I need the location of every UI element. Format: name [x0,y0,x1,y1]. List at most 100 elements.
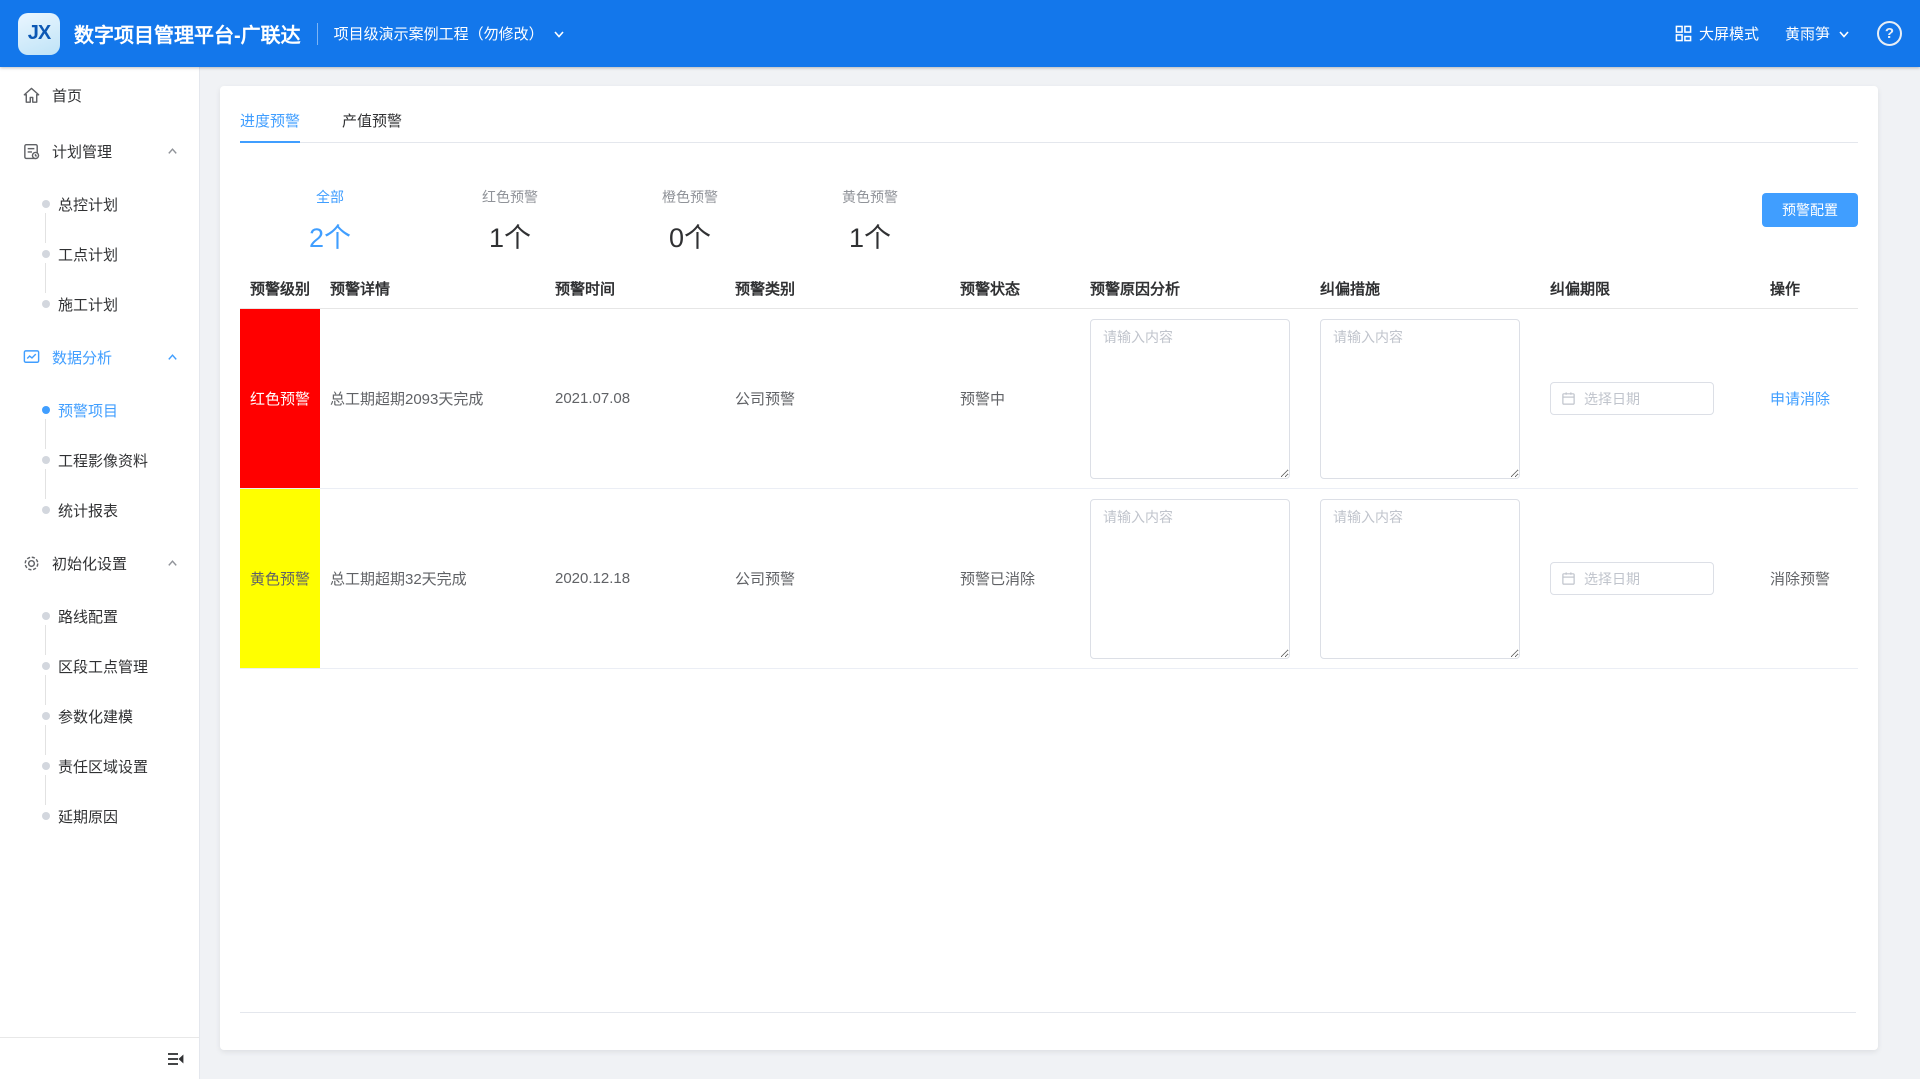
date-picker[interactable] [1550,562,1714,595]
logo-text: JX [28,22,50,45]
topbar-right: 大屏模式 黄雨笋 ? [1675,21,1902,46]
correction-measures-cell [1310,489,1540,668]
warning-detail-cell: 总工期超期2093天完成 [320,309,545,488]
stat-value: 1个 [420,216,600,255]
warning-reason-textarea[interactable] [1090,319,1290,479]
sidebar-item-construction-plan[interactable]: 施工计划 [0,279,199,329]
bullet-icon [42,200,50,208]
sidebar-item-home[interactable]: 首页 [0,67,199,123]
clear-warning-button[interactable]: 消除预警 [1770,568,1830,589]
user-menu[interactable]: 黄雨笋 [1785,23,1851,44]
help-glyph: ? [1885,25,1894,42]
column-header: 预警时间 [545,269,725,308]
stat-label: 红色预警 [420,187,600,207]
sidebar-item-project-imagery[interactable]: 工程影像资料 [0,435,199,485]
bullet-icon [42,662,50,670]
project-selector-label: 项目级演示案例工程（勿修改） [334,23,544,44]
warning-config-button[interactable]: 预警配置 [1762,193,1858,227]
sidebar-item-label: 预警项目 [58,400,118,421]
stat-filter-yellow-warning[interactable]: 黄色预警 1个 [780,163,960,253]
column-header: 纠偏措施 [1310,269,1540,308]
warning-reason-textarea[interactable] [1090,499,1290,659]
stat-filter-orange-warning[interactable]: 橙色预警 0个 [600,163,780,253]
sidebar: 首页 计划管理 总控计划 工点计划 施工计划 数据分析 [0,67,200,1079]
stat-filter-red-warning[interactable]: 红色预警 1个 [420,163,600,253]
warning-level-cell: 红色预警 [240,309,320,488]
sidebar-item-route-config[interactable]: 路线配置 [0,591,199,641]
calendar-icon [1561,391,1576,406]
gear-icon [22,554,41,573]
tab-output-value-warning[interactable]: 产值预警 [342,102,402,142]
warning-level-cell: 黄色预警 [240,489,320,668]
app-title: 数字项目管理平台-广联达 [74,19,301,48]
sidebar-footer [0,1037,199,1079]
sidebar-item-label: 工程影像资料 [58,450,148,471]
big-screen-mode-button[interactable]: 大屏模式 [1675,23,1759,44]
warning-table: 预警级别 预警详情 预警时间 预警类别 预警状态 预警原因分析 纠偏措施 纠偏期… [240,269,1858,669]
date-input[interactable] [1584,391,1694,407]
table-header-row: 预警级别 预警详情 预警时间 预警类别 预警状态 预警原因分析 纠偏措施 纠偏期… [240,269,1858,309]
table-row: 红色预警 总工期超期2093天完成 2021.07.08 公司预警 预警中 [240,309,1858,489]
screen-grid-icon [1675,25,1692,42]
bullet-icon [42,712,50,720]
sidebar-item-label: 施工计划 [58,294,118,315]
username: 黄雨笋 [1785,23,1830,44]
warning-reason-cell [1080,309,1310,488]
stat-filter-all[interactable]: 全部 2个 [240,163,420,253]
sidebar-item-label: 统计报表 [58,500,118,521]
sidebar-item-delay-reason[interactable]: 延期原因 [0,791,199,841]
tab-progress-warning[interactable]: 进度预警 [240,102,300,142]
stat-value: 0个 [600,216,780,255]
date-picker[interactable] [1550,382,1714,415]
correction-measures-textarea[interactable] [1320,499,1520,659]
sidebar-item-responsibility-area[interactable]: 责任区域设置 [0,741,199,791]
calendar-icon [1561,571,1576,586]
action-cell: 消除预警 [1760,489,1858,668]
sidebar-item-section-worksite-management[interactable]: 区段工点管理 [0,641,199,691]
home-icon [22,86,41,105]
sidebar-item-label: 首页 [52,85,82,106]
warning-category-cell: 公司预警 [725,489,950,668]
apply-clear-warning-link[interactable]: 申请消除 [1770,388,1830,409]
warning-time-cell: 2020.12.18 [545,489,725,668]
sidebar-group-label: 数据分析 [52,347,112,368]
bullet-icon [42,812,50,820]
help-icon[interactable]: ? [1877,21,1902,46]
column-header: 预警状态 [950,269,1080,308]
bullet-icon [42,300,50,308]
warning-level-badge: 红色预警 [240,309,320,488]
sidebar-group-initial-settings[interactable]: 初始化设置 [0,535,199,591]
tab-bar: 进度预警 产值预警 [240,86,1858,143]
warning-time-cell: 2021.07.08 [545,309,725,488]
collapse-sidebar-icon[interactable] [165,1049,185,1069]
correction-measures-textarea[interactable] [1320,319,1520,479]
bullet-icon [42,762,50,770]
sidebar-item-label: 责任区域设置 [58,756,148,777]
column-header: 预警类别 [725,269,950,308]
sidebar-item-statistical-reports[interactable]: 统计报表 [0,485,199,535]
sidebar-item-label: 参数化建模 [58,706,133,727]
sidebar-item-warning-projects[interactable]: 预警项目 [0,385,199,435]
project-selector[interactable]: 项目级演示案例工程（勿修改） [334,23,566,44]
stats-section: 全部 2个 红色预警 1个 橙色预警 0个 黄色预警 1个 预警配置 [240,163,1858,253]
sidebar-item-label: 路线配置 [58,606,118,627]
sidebar-group-label: 初始化设置 [52,553,127,574]
sidebar-group-data-analysis[interactable]: 数据分析 [0,329,199,385]
warning-category-cell: 公司预警 [725,309,950,488]
sidebar-item-worksite-plan[interactable]: 工点计划 [0,229,199,279]
date-input[interactable] [1584,571,1694,587]
plan-document-icon [22,142,41,161]
sidebar-group-plan-management[interactable]: 计划管理 [0,123,199,179]
sidebar-item-parametric-modeling[interactable]: 参数化建模 [0,691,199,741]
app-logo: JX [18,13,60,55]
stat-label: 黄色预警 [780,187,960,207]
chevron-down-icon [552,27,566,41]
warning-level-badge: 黄色预警 [240,489,320,668]
sidebar-item-master-plan[interactable]: 总控计划 [0,179,199,229]
chart-monitor-icon [22,348,41,367]
big-screen-mode-label: 大屏模式 [1699,23,1759,44]
stat-value: 1个 [780,216,960,255]
warning-status-cell: 预警已消除 [950,489,1080,668]
app-root: JX 数字项目管理平台-广联达 项目级演示案例工程（勿修改） 大屏模式 黄雨笋 … [0,0,1920,1079]
bullet-icon [42,250,50,258]
